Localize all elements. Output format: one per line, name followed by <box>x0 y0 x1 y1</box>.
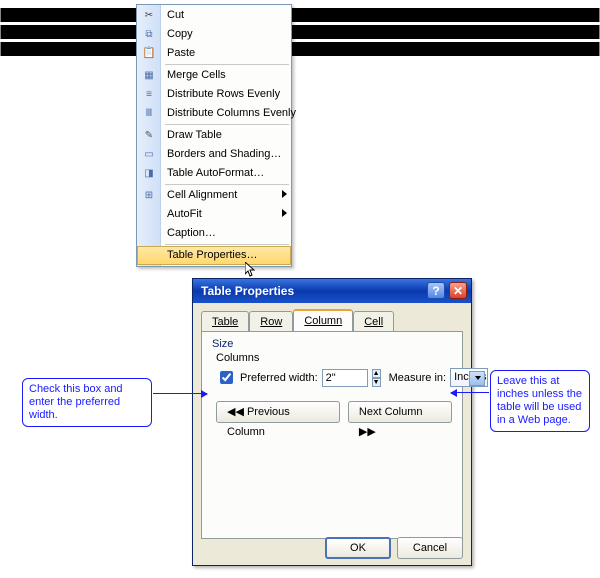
menu-item-distribute-cols[interactable]: Distribute Columns Evenly <box>137 104 291 123</box>
menu-item-label: Cut <box>167 9 184 21</box>
table-properties-dialog: Table Properties ? ✕ Table Row Column Ce… <box>192 278 472 566</box>
menu-item-table-properties[interactable]: Table Properties… <box>137 246 291 265</box>
preferred-width-spinner[interactable]: ▲▼ <box>372 369 381 387</box>
tab-row[interactable]: Row <box>249 311 293 331</box>
callout-measure-in: Leave this at inches unless the table wi… <box>490 370 590 432</box>
cut-icon <box>141 8 157 23</box>
paste-icon <box>141 46 157 61</box>
menu-item-label: Paste <box>167 47 195 59</box>
tab-cell[interactable]: Cell <box>353 311 394 331</box>
menu-item-merge-cells[interactable]: Merge Cells <box>137 66 291 85</box>
distribute-cols-icon <box>141 106 157 121</box>
menu-separator <box>165 124 289 125</box>
table-row <box>0 42 600 56</box>
context-menu: Cut Copy Paste Merge Cells Distribute Ro… <box>136 4 292 267</box>
menu-separator <box>165 64 289 65</box>
close-button[interactable]: ✕ <box>449 282 467 299</box>
tab-panel-column: Size Columns Preferred width: ▲▼ Measure… <box>201 331 463 539</box>
dialog-title: Table Properties <box>201 284 294 298</box>
callout-arrow-icon <box>451 392 489 393</box>
dialog-titlebar[interactable]: Table Properties ? ✕ <box>193 279 471 303</box>
callout-arrow-icon <box>153 393 207 394</box>
previous-column-button[interactable]: ◀◀ Previous Column <box>216 401 340 423</box>
measure-in-select[interactable]: Inches <box>450 368 487 387</box>
measure-in-value: Inches <box>454 371 486 383</box>
chevron-down-icon <box>475 376 481 380</box>
cell-alignment-icon <box>141 188 157 203</box>
menu-item-autofit[interactable]: AutoFit <box>137 205 291 224</box>
tab-column[interactable]: Column <box>293 309 353 331</box>
menu-item-label: Distribute Columns Evenly <box>167 107 296 119</box>
columns-label: Columns <box>216 352 452 364</box>
chevron-right-icon <box>282 209 287 217</box>
menu-item-caption[interactable]: Caption… <box>137 224 291 243</box>
menu-item-label: Table Properties… <box>167 249 258 261</box>
table-rows-background <box>0 8 600 59</box>
menu-item-label: Caption… <box>167 227 216 239</box>
size-heading: Size <box>212 338 452 350</box>
menu-separator <box>165 184 289 185</box>
preferred-width-checkbox[interactable] <box>220 371 233 384</box>
preferred-width-input[interactable] <box>322 369 368 387</box>
menu-item-label: Table AutoFormat… <box>167 167 264 179</box>
preferred-width-label: Preferred width: <box>240 372 318 384</box>
table-row <box>0 25 600 39</box>
menu-item-label: AutoFit <box>167 208 202 220</box>
menu-item-distribute-rows[interactable]: Distribute Rows Evenly <box>137 85 291 104</box>
next-column-button[interactable]: Next Column ▶▶ <box>348 401 452 423</box>
ok-button[interactable]: OK <box>325 537 391 559</box>
distribute-rows-icon <box>141 87 157 102</box>
tabs: Table Row Column Cell <box>201 309 463 331</box>
menu-item-borders-shading[interactable]: Borders and Shading… <box>137 145 291 164</box>
callout-preferred-width: Check this box and enter the preferred w… <box>22 378 152 427</box>
menu-item-label: Copy <box>167 28 193 40</box>
menu-item-label: Merge Cells <box>167 69 226 81</box>
menu-item-label: Borders and Shading… <box>167 148 281 160</box>
autoformat-icon <box>141 166 157 181</box>
merge-cells-icon <box>141 68 157 83</box>
menu-item-label: Draw Table <box>167 129 222 141</box>
menu-item-label: Cell Alignment <box>167 189 237 201</box>
menu-item-paste[interactable]: Paste <box>137 44 291 63</box>
menu-item-cut[interactable]: Cut <box>137 6 291 25</box>
borders-icon <box>141 147 157 162</box>
chevron-right-icon <box>282 190 287 198</box>
menu-item-table-autoformat[interactable]: Table AutoFormat… <box>137 164 291 183</box>
tab-table[interactable]: Table <box>201 311 249 331</box>
menu-item-label: Distribute Rows Evenly <box>167 88 280 100</box>
menu-item-cell-alignment[interactable]: Cell Alignment <box>137 186 291 205</box>
copy-icon <box>141 27 157 42</box>
draw-table-icon <box>141 128 157 143</box>
menu-item-draw-table[interactable]: Draw Table <box>137 126 291 145</box>
menu-item-copy[interactable]: Copy <box>137 25 291 44</box>
menu-separator <box>165 244 289 245</box>
help-button[interactable]: ? <box>427 282 445 299</box>
cancel-button[interactable]: Cancel <box>397 537 463 559</box>
table-row <box>0 8 600 22</box>
measure-in-label: Measure in: <box>389 372 446 384</box>
